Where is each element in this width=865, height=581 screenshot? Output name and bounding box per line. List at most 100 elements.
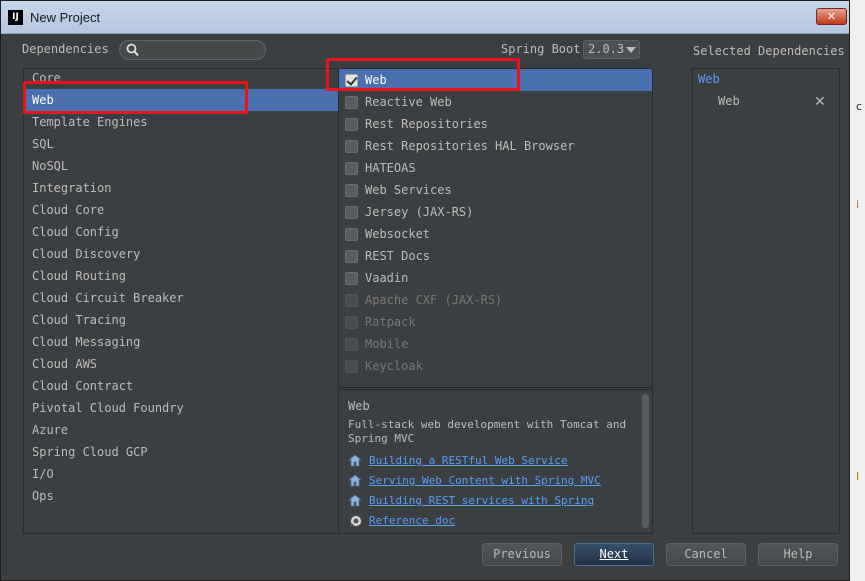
category-item[interactable]: Azure xyxy=(24,419,338,441)
dependency-item[interactable]: Ratpack xyxy=(339,311,652,333)
category-item[interactable]: Cloud Config xyxy=(24,221,338,243)
dependency-item[interactable]: Jersey (JAX-RS) xyxy=(339,201,652,223)
dependency-label: Mobile xyxy=(365,337,409,351)
dependency-checkbox[interactable] xyxy=(345,360,358,373)
home-icon xyxy=(347,454,363,470)
dependency-item[interactable]: Mobile xyxy=(339,333,652,355)
dependency-item[interactable]: Rest Repositories xyxy=(339,113,652,135)
selected-dependency-item: Web xyxy=(718,94,740,108)
dependency-item[interactable]: Apache CXF (JAX-RS) xyxy=(339,289,652,311)
dependency-label: Websocket xyxy=(365,227,431,241)
dependency-label: Web Services xyxy=(365,183,452,197)
dependency-label: Vaadin xyxy=(365,271,409,285)
category-item[interactable]: Cloud AWS xyxy=(24,353,338,375)
dependency-checkbox[interactable] xyxy=(345,140,358,153)
category-item[interactable]: Cloud Core xyxy=(24,199,338,221)
intellij-app-icon: IJ xyxy=(8,10,23,25)
dependency-item[interactable]: Web xyxy=(339,69,652,91)
selected-dependencies-panel: Web Web ✕ xyxy=(692,68,840,534)
dependency-checkbox[interactable] xyxy=(345,118,358,131)
category-item[interactable]: NoSQL xyxy=(24,155,338,177)
category-item[interactable]: Cloud Routing xyxy=(24,265,338,287)
dependency-checkbox[interactable] xyxy=(345,228,358,241)
category-item[interactable]: Cloud Discovery xyxy=(24,243,338,265)
remove-icon[interactable]: ✕ xyxy=(814,94,826,110)
window-title: New Project xyxy=(30,10,101,25)
dependency-item[interactable]: Web Services xyxy=(339,179,652,201)
dependency-list: Web Reactive Web Rest Repositories Rest Rep… xyxy=(338,68,653,388)
spring-boot-label: Spring Boot xyxy=(501,42,581,56)
new-project-dialog: IJ New Project ✕ Dependencies Spring Boo… xyxy=(0,0,850,581)
category-item[interactable]: Ops xyxy=(24,485,338,507)
dependency-checkbox[interactable] xyxy=(345,162,358,175)
category-item[interactable]: Cloud Tracing xyxy=(24,309,338,331)
dependency-checkbox[interactable] xyxy=(345,206,358,219)
category-item[interactable]: SQL xyxy=(24,133,338,155)
selected-dependencies-label: Selected Dependencies xyxy=(693,44,845,58)
search-icon xyxy=(126,43,139,60)
previous-button[interactable]: Previous xyxy=(482,543,562,566)
next-button[interactable]: Next xyxy=(574,543,654,566)
category-item[interactable]: Spring Cloud GCP xyxy=(24,441,338,463)
description-text: Full-stack web development with Tomcat a… xyxy=(348,418,627,445)
dependency-checkbox[interactable] xyxy=(345,184,358,197)
dependency-label: Reactive Web xyxy=(365,95,452,109)
dependency-label: Web xyxy=(365,73,387,87)
guide-link-text[interactable]: Building REST services with Spring xyxy=(369,494,594,507)
dependency-label: Rest Repositories HAL Browser xyxy=(365,139,575,153)
dependency-item[interactable]: Vaadin xyxy=(339,267,652,289)
dependency-item[interactable]: HATEOAS xyxy=(339,157,652,179)
category-item[interactable]: Cloud Circuit Breaker xyxy=(24,287,338,309)
dependency-label: Rest Repositories xyxy=(365,117,488,131)
dependency-checkbox[interactable] xyxy=(345,338,358,351)
dependency-checkbox[interactable] xyxy=(345,294,358,307)
next-button-label: Next xyxy=(599,547,629,561)
reference-doc-link-text[interactable]: Reference doc xyxy=(369,514,455,527)
category-item[interactable]: I/O xyxy=(24,463,338,485)
edge-glyph: i xyxy=(856,198,860,211)
edge-glyph: c xyxy=(856,100,863,113)
help-button[interactable]: Help xyxy=(758,543,838,566)
chevron-down-icon xyxy=(626,47,636,53)
reference-doc-icon xyxy=(348,514,364,532)
dependency-item[interactable]: REST Docs xyxy=(339,245,652,267)
dependency-checkbox[interactable] xyxy=(345,96,358,109)
category-item[interactable]: Pivotal Cloud Foundry xyxy=(24,397,338,419)
category-item[interactable]: Web xyxy=(24,89,338,111)
dependency-label: Apache CXF (JAX-RS) xyxy=(365,293,503,307)
spring-boot-version-value: 2.0.3 xyxy=(588,42,625,56)
category-list: Core Web Template Engines SQL NoSQL Integrati… xyxy=(23,68,339,534)
background-window-edge: c i I xyxy=(850,0,865,581)
dependency-label: Ratpack xyxy=(365,315,416,329)
dependency-checkbox[interactable] xyxy=(345,272,358,285)
dependency-checkbox[interactable] xyxy=(345,316,358,329)
dependency-item[interactable]: Websocket xyxy=(339,223,652,245)
dependency-item[interactable]: Reactive Web xyxy=(339,91,652,113)
dependency-description: Web Full-stack web development with Tomc… xyxy=(338,389,653,534)
category-item[interactable]: Cloud Messaging xyxy=(24,331,338,353)
description-scrollbar[interactable] xyxy=(642,394,649,528)
category-item[interactable]: Cloud Contract xyxy=(24,375,338,397)
category-item[interactable]: Integration xyxy=(24,177,338,199)
close-icon[interactable]: ✕ xyxy=(816,8,847,25)
cancel-button[interactable]: Cancel xyxy=(666,543,746,566)
dependencies-label: Dependencies xyxy=(22,42,109,56)
dependency-item[interactable]: Keycloak xyxy=(339,355,652,377)
edge-glyph: I xyxy=(856,470,860,483)
spring-boot-version-select[interactable]: 2.0.3 xyxy=(583,40,640,59)
guide-link-text[interactable]: Serving Web Content with Spring MVC xyxy=(369,474,601,487)
guide-link-text[interactable]: Building a RESTful Web Service xyxy=(369,454,568,467)
dependency-label: Keycloak xyxy=(365,359,423,373)
category-item[interactable]: Template Engines xyxy=(24,111,338,133)
selected-group-label: Web xyxy=(698,72,720,86)
home-icon xyxy=(347,474,363,490)
dependency-checkbox[interactable] xyxy=(345,250,358,263)
search-input[interactable] xyxy=(119,40,266,60)
description-title: Web xyxy=(348,399,370,413)
category-item[interactable]: Core xyxy=(24,67,338,89)
dependency-label: Jersey (JAX-RS) xyxy=(365,205,474,219)
title-bar: IJ New Project ✕ xyxy=(1,1,849,34)
dependency-label: HATEOAS xyxy=(365,161,416,175)
dependency-item[interactable]: Rest Repositories HAL Browser xyxy=(339,135,652,157)
dependency-checkbox[interactable] xyxy=(345,74,358,87)
